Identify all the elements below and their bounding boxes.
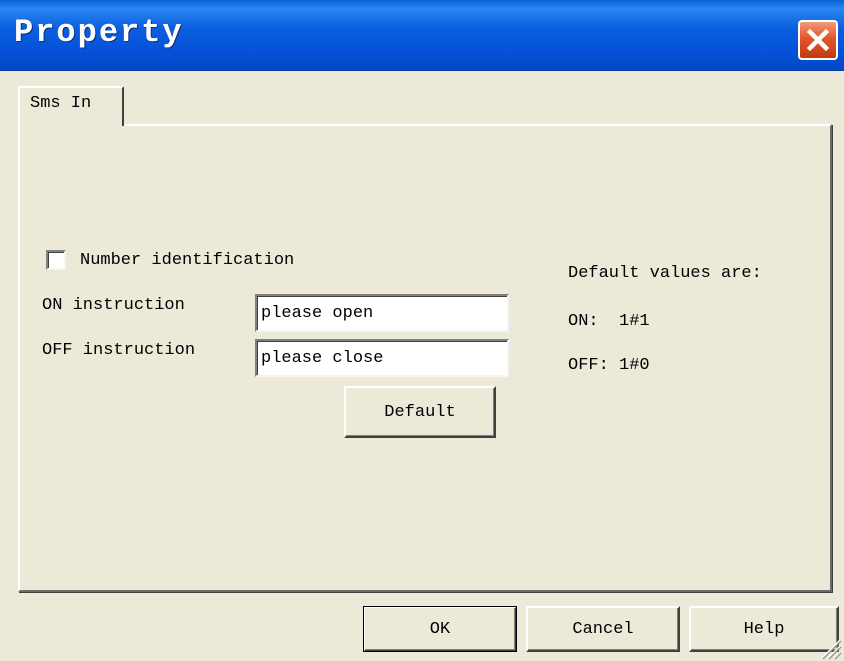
title-bar[interactable]: Property <box>0 0 844 71</box>
window-title: Property <box>14 14 184 51</box>
tab-sms-in-label: Sms In <box>30 94 92 113</box>
on-instruction-input[interactable] <box>255 294 509 332</box>
on-instruction-label: ON instruction <box>42 296 185 315</box>
number-identification-checkbox[interactable] <box>46 250 66 270</box>
off-instruction-input[interactable] <box>255 339 509 377</box>
default-off-value: OFF: 1#0 <box>568 356 650 375</box>
off-instruction-label: OFF instruction <box>42 341 196 360</box>
help-button[interactable]: Help <box>689 606 839 652</box>
cancel-button[interactable]: Cancel <box>526 606 680 652</box>
number-identification-label[interactable]: Number identification <box>80 251 294 270</box>
tab-sms-in[interactable]: Sms In <box>18 86 124 126</box>
property-dialog: Property Sms In Number identification ON… <box>0 0 844 661</box>
default-button[interactable]: Default <box>344 386 496 438</box>
close-button[interactable] <box>798 20 838 60</box>
resize-grip-icon[interactable] <box>818 636 842 660</box>
default-values-heading: Default values are: <box>568 264 762 283</box>
default-on-value: ON: 1#1 <box>568 312 650 331</box>
ok-button[interactable]: OK <box>363 606 517 652</box>
close-icon <box>806 28 830 52</box>
